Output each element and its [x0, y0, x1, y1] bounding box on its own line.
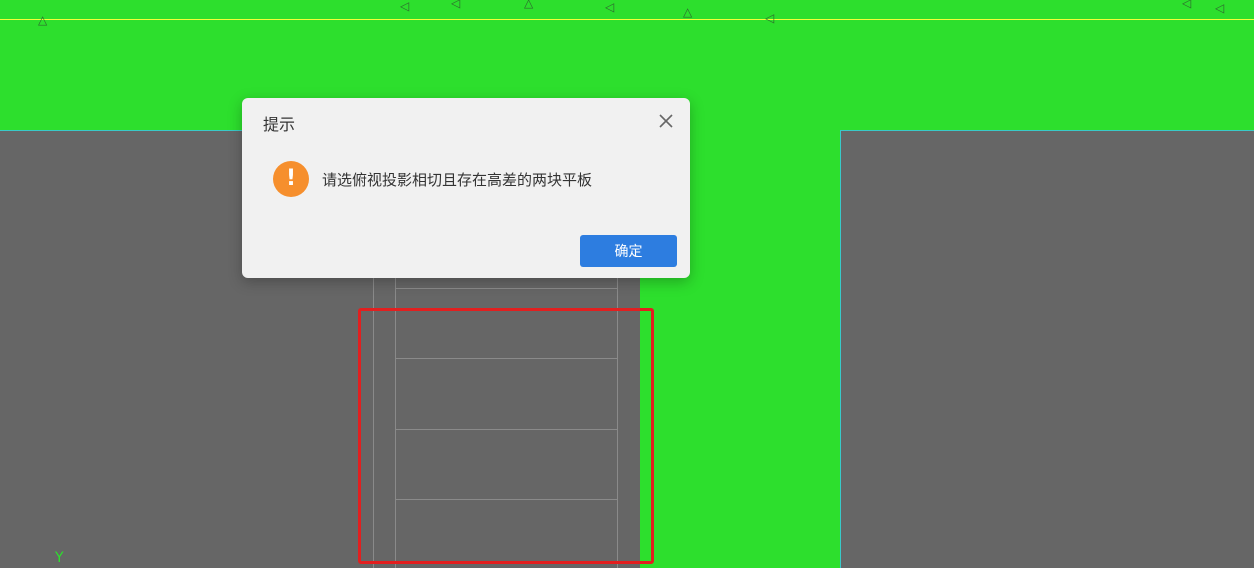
- triangle-marker-icon: ◁: [451, 0, 461, 10]
- stair-tread-line: [395, 288, 617, 289]
- triangle-marker-icon: △: [38, 13, 48, 27]
- triangle-marker-icon: △: [524, 0, 534, 10]
- close-icon[interactable]: [656, 111, 676, 131]
- cad-canvas[interactable]: △ ◁ ◁ △ ◁ △ ◁ ◁ ◁ Y 提示 ! 请选俯视投影相切且存在高差的两…: [0, 0, 1254, 568]
- triangle-marker-icon: △: [683, 5, 693, 19]
- axis-label-y: Y: [55, 550, 64, 566]
- warning-icon: !: [273, 161, 309, 197]
- right-slab[interactable]: [840, 130, 1254, 568]
- alert-dialog: 提示 ! 请选俯视投影相切且存在高差的两块平板 确定: [242, 98, 690, 278]
- triangle-marker-icon: ◁: [1215, 1, 1225, 15]
- triangle-marker-icon: ◁: [765, 11, 775, 25]
- dialog-message: 请选俯视投影相切且存在高差的两块平板: [322, 171, 593, 189]
- dialog-title: 提示: [263, 115, 296, 134]
- ok-button[interactable]: 确定: [580, 235, 677, 267]
- triangle-marker-icon: ◁: [400, 0, 410, 13]
- selection-highlight: [358, 308, 654, 564]
- top-boundary-line: [0, 19, 1254, 20]
- triangle-marker-icon: ◁: [605, 0, 615, 14]
- triangle-marker-icon: ◁: [1182, 0, 1192, 10]
